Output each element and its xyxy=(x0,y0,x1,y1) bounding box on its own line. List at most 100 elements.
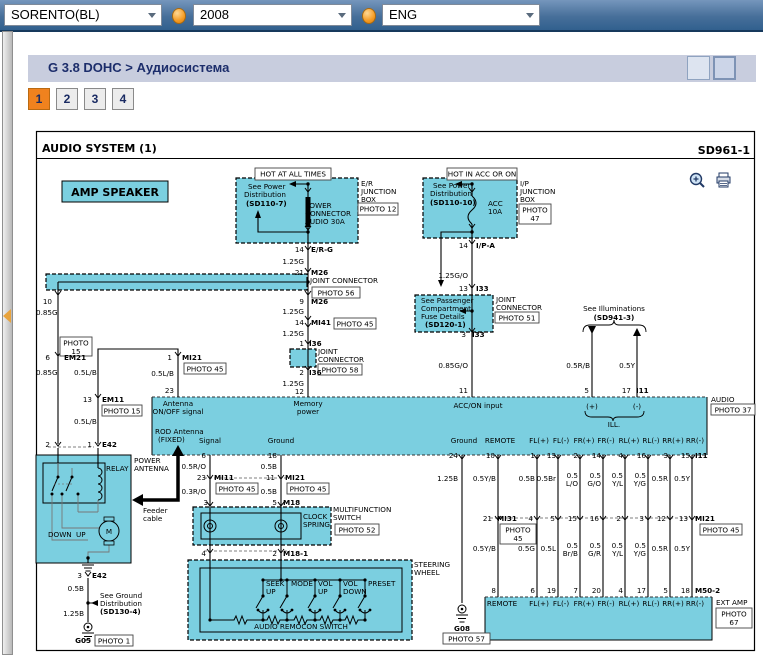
diagram-label: 10 xyxy=(43,297,53,306)
diagram-label: Ground xyxy=(451,436,477,445)
diagram-label: EM11 xyxy=(102,395,124,404)
diagram-label: 11 xyxy=(266,473,275,482)
diagram-label: 0.3R/O xyxy=(181,487,206,496)
diagram-label: 6 xyxy=(530,586,535,595)
diagram-label: See Illuminations xyxy=(583,304,645,313)
diagram-label: 13 xyxy=(459,284,468,293)
diagram-label: 0.5Y xyxy=(674,474,690,483)
diagram-label: 4 xyxy=(528,514,533,523)
diagram-label: G/R xyxy=(588,549,601,558)
diagram-label: Distribution xyxy=(430,189,472,198)
diagram-label: SPRING xyxy=(303,520,330,529)
diagram-label: RR(+) xyxy=(662,599,684,608)
diagram-label: Y/G xyxy=(633,479,646,488)
diagram-label: RL(+) xyxy=(619,436,640,445)
diagram-label: Y/L xyxy=(611,549,623,558)
diagram-label: SWITCH xyxy=(333,513,361,522)
diagram-label: REMOTE xyxy=(487,599,518,608)
diagram-label: 18 xyxy=(268,451,278,460)
zoom-button[interactable] xyxy=(687,56,710,80)
diagram-label: I11 xyxy=(695,451,708,460)
diagram-label: FR(-) xyxy=(597,436,615,445)
page-tab-2[interactable]: 2 xyxy=(56,88,78,110)
diagram-label: 2 xyxy=(299,368,304,377)
diagram-label: Y/L xyxy=(611,479,623,488)
diagram-label: MODE xyxy=(291,579,313,588)
print-button[interactable] xyxy=(713,56,736,80)
diagram-label: 0.5R xyxy=(652,544,668,553)
diagram-label: UP xyxy=(318,587,328,596)
diagram-label: 0.5Br xyxy=(537,474,556,483)
diagram-label: 1.25G/O xyxy=(438,271,468,280)
diagram-label: 0.5Y/B xyxy=(473,474,496,483)
page-tab-1[interactable]: 1 xyxy=(28,88,50,110)
diagram-label: ACC/ON input xyxy=(453,401,502,410)
diagram-label: RR(-) xyxy=(686,436,704,445)
vehicle-select[interactable]: SORENTO(BL) xyxy=(4,4,162,26)
diagram-label: 14 xyxy=(459,241,469,250)
diagram-label: 16 xyxy=(590,514,600,523)
photo-tag-label: PHOTO 45 xyxy=(290,485,327,494)
breadcrumb-bar: G 3.8 DOHC > Аудиосистема xyxy=(28,55,756,82)
wiring-diagram: AUDIO SYSTEM (1) SD961-1 AMP SPEAKER HOT… xyxy=(0,114,763,654)
diagram-label: DOWN xyxy=(343,587,367,596)
diagram-label: G08 xyxy=(454,624,470,633)
diagram-label: MI41 xyxy=(311,318,331,327)
diagram-label: E42 xyxy=(92,571,107,580)
diagram-label: 3 xyxy=(461,330,466,339)
diagram-label: ANTENNA xyxy=(134,464,169,473)
diagram-label: 0.85G xyxy=(36,368,58,377)
diagram-label: RL(+) xyxy=(619,599,640,608)
diagram-label: M50-2 xyxy=(695,586,720,595)
diagram-label: 15 xyxy=(568,514,577,523)
chevron-down-icon xyxy=(338,13,346,18)
photo-tag-label: HOT IN ACC OR ON xyxy=(448,170,517,179)
diagram-label: 5 xyxy=(584,386,589,395)
photo-tag-label: PHOTO 1 xyxy=(98,637,130,646)
diagram-label: 1.25B xyxy=(437,474,458,483)
diagram-label: 1.25G xyxy=(282,307,304,316)
diagram-label: 10 xyxy=(486,451,496,460)
diagram-label: M18 xyxy=(283,498,300,507)
status-dot xyxy=(172,8,186,24)
photo-tag-label: PHOTO 45 xyxy=(187,365,224,374)
diagram-label: (SD120-1) xyxy=(425,320,466,329)
language-select[interactable]: ENG xyxy=(382,4,540,26)
diagram-label: 18 xyxy=(681,586,691,595)
diagram-label: FL(-) xyxy=(553,436,570,445)
diagram-label: 13 xyxy=(679,514,688,523)
year-select[interactable]: 2008 xyxy=(193,4,352,26)
diagram-label: AUDIO xyxy=(711,395,735,404)
diagram-label: Signal xyxy=(199,436,221,445)
audio-unit-box xyxy=(152,397,707,455)
page-tab-4[interactable]: 4 xyxy=(112,88,134,110)
diagram-label: 0.5B xyxy=(519,474,535,483)
diagram-label: 0.5Y xyxy=(674,544,690,553)
diagram-label: RL(-) xyxy=(642,599,659,608)
joint-connector-58-box xyxy=(290,349,316,367)
page-tab-3[interactable]: 3 xyxy=(84,88,106,110)
photo-tag-label: PHOTO 51 xyxy=(499,314,536,323)
diagram-label: 3 xyxy=(663,451,668,460)
diagram-label: 0.85G xyxy=(36,308,58,317)
diagram-label: 5 xyxy=(663,586,668,595)
app-toolbar: SORENTO(BL) 2008 ENG xyxy=(0,0,763,32)
chevron-down-icon xyxy=(526,13,534,18)
diagram-label: 2 xyxy=(272,549,277,558)
photo-tag-label: PHOTO 37 xyxy=(715,406,752,415)
diagram-label: UP xyxy=(76,530,86,539)
diagram-label: 9 xyxy=(299,297,304,306)
diagram-label: 20 xyxy=(592,586,602,595)
diagram-label: 11 xyxy=(459,386,468,395)
diagram-label: power xyxy=(297,407,319,416)
diagram-label: ON/OFF signal xyxy=(153,407,204,416)
diagram-label: 3 xyxy=(639,514,644,523)
diagram-label: 5 xyxy=(550,514,555,523)
vehicle-select-value: SORENTO(BL) xyxy=(11,7,100,22)
diagram-label: 0.5R/O xyxy=(181,462,206,471)
diagram-label: 17 xyxy=(622,386,631,395)
diagram-label: 0.5R xyxy=(652,474,668,483)
diagram-label: 7 xyxy=(573,586,578,595)
diagram-label: Ground xyxy=(268,436,294,445)
diagram-label: 1.25G xyxy=(282,257,304,266)
